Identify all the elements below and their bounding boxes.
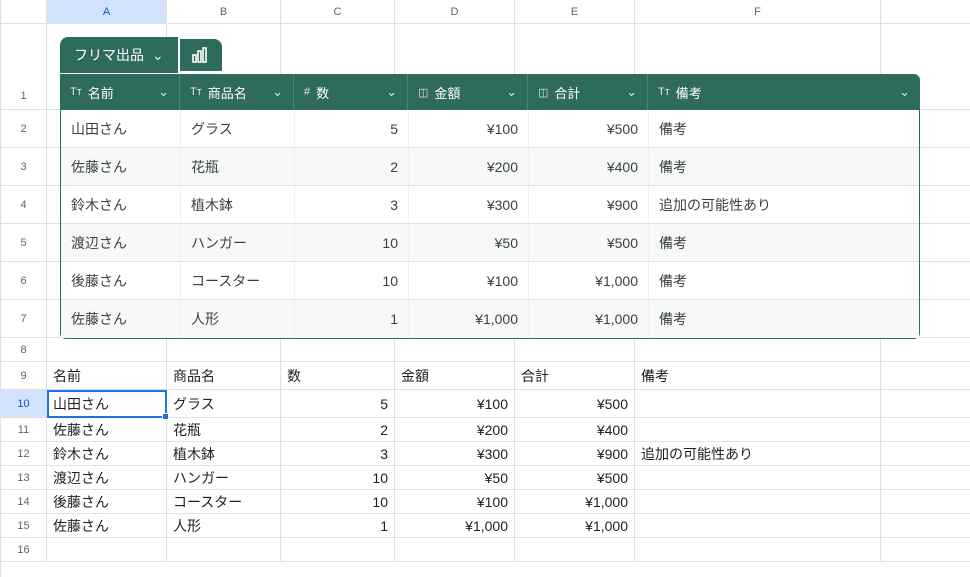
chevron-down-icon: ⌄	[506, 84, 517, 100]
row-header-16[interactable]: 16	[1, 538, 47, 561]
row-header-14[interactable]: 14	[1, 490, 47, 513]
row-header-9[interactable]: 9	[1, 362, 47, 389]
row-header-3[interactable]: 3	[1, 148, 47, 185]
text-type-icon: Tᴛ	[70, 86, 82, 98]
col-header-a[interactable]: A	[47, 0, 167, 23]
text-type-icon: Tᴛ	[658, 86, 670, 98]
plain-row-10: 10 山田さん グラス 5 ¥100 ¥500	[1, 390, 970, 418]
row-header-2[interactable]: 2	[1, 110, 47, 147]
plain-header-row: 9 名前 商品名 数 金額 合計 備考	[1, 362, 970, 390]
row-header-6[interactable]: 6	[1, 262, 47, 299]
currency-type-icon: ◫	[538, 86, 548, 99]
row-header-7[interactable]: 7	[1, 300, 47, 337]
cell-f10[interactable]	[635, 390, 881, 417]
currency-type-icon: ◫	[418, 86, 428, 99]
cell-c9[interactable]: 数	[281, 362, 395, 389]
table-row: 後藤さんコースター10¥100¥1,000備考	[61, 262, 919, 300]
smart-header-item[interactable]: Tᴛ商品名⌄	[180, 74, 294, 110]
col-header-e[interactable]: E	[515, 0, 635, 23]
chevron-down-icon: ⌄	[158, 84, 169, 100]
cell-b10[interactable]: グラス	[167, 390, 281, 417]
smart-table-header: Tᴛ名前⌄ Tᴛ商品名⌄ #数⌄ ◫金額⌄ ◫合計⌄ Tᴛ備考⌄	[60, 74, 920, 110]
cell-a9[interactable]: 名前	[47, 362, 167, 389]
chevron-down-icon: ⌄	[386, 84, 397, 100]
cell-d10[interactable]: ¥100	[395, 390, 515, 417]
chevron-down-icon: ⌄	[626, 84, 637, 100]
cell-c10[interactable]: 5	[281, 390, 395, 417]
cell-d9[interactable]: 金額	[395, 362, 515, 389]
row-header-15[interactable]: 15	[1, 514, 47, 537]
spreadsheet: A B C D E F 1 2 3 4 5 6 7 8 9 名前 商品名 数 金…	[0, 0, 970, 577]
chevron-down-icon: ⌄	[272, 84, 283, 100]
col-header-b[interactable]: B	[167, 0, 281, 23]
cell-f9[interactable]: 備考	[635, 362, 881, 389]
row-header-4[interactable]: 4	[1, 186, 47, 223]
row-header-10[interactable]: 10	[1, 390, 47, 417]
table-row: 渡辺さんハンガー10¥50¥500備考	[61, 224, 919, 262]
smart-header-amount[interactable]: ◫金額⌄	[408, 74, 528, 110]
table-row: 鈴木さん植木鉢3¥300¥900追加の可能性あり	[61, 186, 919, 224]
smart-table-body: 山田さんグラス5¥100¥500備考 佐藤さん花瓶2¥200¥400備考 鈴木さ…	[60, 110, 920, 339]
bar-chart-icon	[192, 47, 210, 63]
column-headers: A B C D E F	[1, 0, 970, 24]
table-tab-label: フリマ出品	[74, 45, 144, 65]
col-header-c[interactable]: C	[281, 0, 395, 23]
table-tab-bar: フリマ出品 ⌄	[60, 36, 222, 74]
row-header-12[interactable]: 12	[1, 442, 47, 465]
row-header-11[interactable]: 11	[1, 418, 47, 441]
row-header-1[interactable]: 1	[1, 24, 47, 109]
row-header-8[interactable]: 8	[1, 338, 47, 361]
smart-header-name[interactable]: Tᴛ名前⌄	[60, 74, 180, 110]
cell-b9[interactable]: 商品名	[167, 362, 281, 389]
row-header-5[interactable]: 5	[1, 224, 47, 261]
table-row: 佐藤さん花瓶2¥200¥400備考	[61, 148, 919, 186]
smart-header-total[interactable]: ◫合計⌄	[528, 74, 648, 110]
text-type-icon: Tᴛ	[190, 86, 202, 98]
chevron-down-icon: ⌄	[899, 84, 910, 100]
chevron-down-icon: ⌄	[152, 47, 164, 64]
cell-e9[interactable]: 合計	[515, 362, 635, 389]
col-header-f[interactable]: F	[635, 0, 881, 23]
cell-e10[interactable]: ¥500	[515, 390, 635, 417]
smart-header-note[interactable]: Tᴛ備考⌄	[648, 74, 920, 110]
cell-a10[interactable]: 山田さん	[47, 390, 167, 417]
table-row: 佐藤さん人形1¥1,000¥1,000備考	[61, 300, 919, 338]
table-view-button[interactable]	[180, 39, 222, 71]
col-header-d[interactable]: D	[395, 0, 515, 23]
table-row: 山田さんグラス5¥100¥500備考	[61, 110, 919, 148]
table-tab[interactable]: フリマ出品 ⌄	[60, 37, 178, 73]
row-header-13[interactable]: 13	[1, 466, 47, 489]
select-all-corner[interactable]	[1, 0, 47, 23]
number-type-icon: #	[304, 86, 310, 98]
smart-header-qty[interactable]: #数⌄	[294, 74, 408, 110]
